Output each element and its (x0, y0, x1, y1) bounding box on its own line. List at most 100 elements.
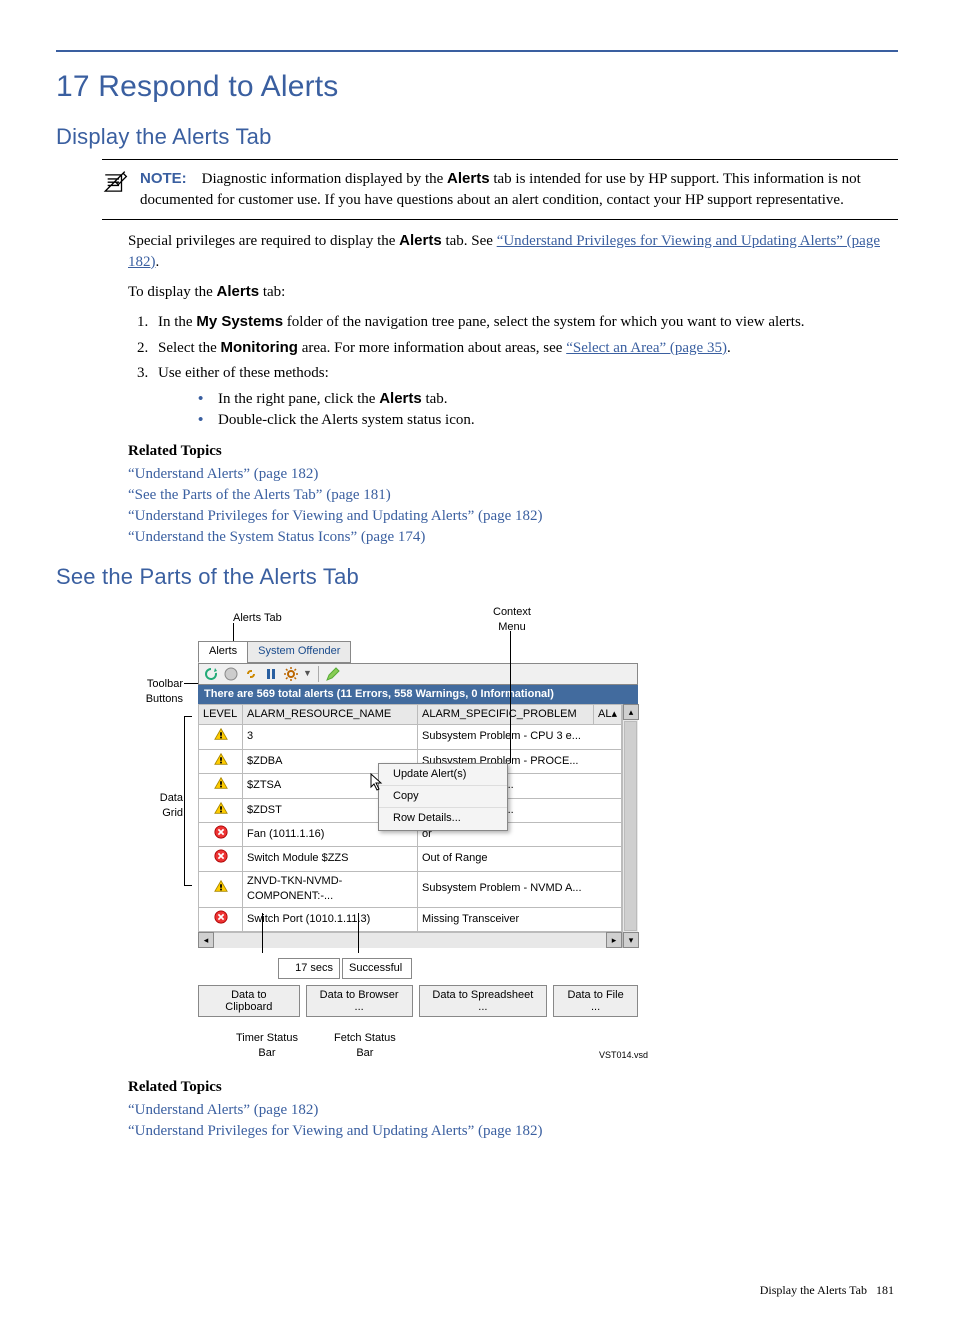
cell: Subsystem Problem - CPU 3 e... (418, 725, 622, 749)
scroll-down-icon[interactable]: ▾ (623, 932, 639, 948)
note-body-bold: Alerts (447, 170, 490, 187)
callout-line (262, 913, 263, 953)
section-see-parts: See the Parts of the Alerts Tab (56, 562, 898, 593)
top-rule (56, 50, 898, 52)
figure-id: VST014.vsd (599, 1049, 648, 1062)
step-1: In the My Systems folder of the navigati… (152, 311, 898, 333)
t: Use either of these methods: (158, 365, 329, 381)
warning-icon (214, 776, 228, 790)
t: . (156, 254, 160, 270)
sub-2: Double-click the Alerts system status ic… (198, 410, 898, 431)
callout-data-grid: Data Grid (128, 791, 183, 822)
callout-line (233, 623, 234, 641)
col-resource[interactable]: ALARM_RESOURCE_NAME (243, 704, 418, 724)
t: To display the (128, 284, 217, 300)
cell: 3 (243, 725, 418, 749)
callout-bracket (184, 716, 192, 886)
para-to-display: To display the Alerts tab: (128, 281, 898, 303)
ctx-copy[interactable]: Copy (379, 786, 507, 808)
t: tab: (259, 284, 285, 300)
col-al[interactable]: AL▴ (594, 704, 622, 724)
btn-data-file[interactable]: Data to File ... (553, 985, 638, 1017)
note-icon (102, 170, 128, 196)
link-see-parts[interactable]: “See the Parts of the Alerts Tab” (page … (128, 487, 391, 503)
t: folder of the navigation tree pane, sele… (283, 314, 805, 330)
warning-icon (214, 727, 228, 741)
cursor-icon (370, 773, 384, 796)
scroll-left-icon[interactable]: ◂ (198, 932, 214, 948)
pause-icon[interactable] (263, 666, 279, 682)
pencil-icon[interactable] (325, 666, 341, 682)
cell: ZNVD-TKN-NVMD-COMPONENT:-... (243, 871, 418, 907)
callout-context-menu: Context Menu (493, 605, 531, 636)
table-row[interactable]: 3Subsystem Problem - CPU 3 e... (199, 725, 622, 749)
btn-data-spreadsheet[interactable]: Data to Spreadsheet ... (419, 985, 548, 1017)
context-menu[interactable]: Update Alert(s) Copy Row Details... (378, 763, 508, 831)
t: In the (158, 314, 196, 330)
t: Select the (158, 340, 220, 356)
fetch-status: Successful (342, 958, 412, 979)
btn-data-clipboard[interactable]: Data to Clipboard (198, 985, 300, 1017)
t: AL (598, 708, 611, 720)
step-2: Select the Monitoring area. For more inf… (152, 337, 898, 359)
timer-secs: 17 secs (278, 958, 340, 979)
dropdown-arrow-icon[interactable]: ▼ (303, 667, 312, 680)
warning-icon (214, 801, 228, 815)
scroll-right-icon[interactable]: ▸ (606, 932, 622, 948)
cell: Out of Range (418, 847, 622, 871)
stop-icon[interactable] (223, 666, 239, 682)
footer-section: Display the Alerts Tab (760, 1283, 867, 1297)
callout-alerts-tab: Alerts Tab (233, 611, 282, 626)
t: Alerts (217, 283, 260, 300)
ctx-row-details[interactable]: Row Details... (379, 808, 507, 829)
link-understand-privileges-3[interactable]: “Understand Privileges for Viewing and U… (128, 1123, 543, 1139)
link-select-area[interactable]: “Select an Area” (page 35) (566, 340, 727, 356)
tab-alerts[interactable]: Alerts (198, 641, 248, 662)
t: My Systems (196, 313, 283, 330)
t: area. For more information about areas, … (298, 340, 566, 356)
t: Monitoring (220, 339, 297, 356)
note-body-pre: Diagnostic information displayed by the (202, 171, 447, 187)
link-icon[interactable] (243, 666, 259, 682)
link-understand-alerts[interactable]: “Understand Alerts” (page 182) (128, 466, 318, 482)
table-row[interactable]: Switch Module $ZZSOut of Range (199, 847, 622, 871)
para-privileges: Special privileges are required to displ… (128, 230, 898, 273)
table-row[interactable]: ZNVD-TKN-NVMD-COMPONENT:-...Subsystem Pr… (199, 871, 622, 907)
link-understand-alerts-2[interactable]: “Understand Alerts” (page 182) (128, 1102, 318, 1118)
btn-data-browser[interactable]: Data to Browser ... (306, 985, 413, 1017)
scroll-up-icon[interactable]: ▴ (623, 704, 639, 720)
t: Alerts (399, 232, 442, 249)
link-understand-privileges-2[interactable]: “Understand Privileges for Viewing and U… (128, 508, 543, 524)
col-problem[interactable]: ALARM_SPECIFIC_PROBLEM (418, 704, 594, 724)
error-icon (214, 825, 228, 839)
scroll-thumb[interactable] (624, 721, 637, 931)
section-display-alerts: Display the Alerts Tab (56, 122, 898, 153)
note-label: NOTE: (140, 170, 187, 187)
step-3: Use either of these methods: In the righ… (152, 363, 898, 431)
tab-bar: Alerts System Offender (198, 641, 638, 663)
related-topics-heading-2: Related Topics (128, 1077, 898, 1098)
error-icon (214, 849, 228, 863)
vertical-scrollbar[interactable]: ▴ ▾ (622, 704, 638, 948)
warning-icon (214, 752, 228, 766)
t: tab. (422, 391, 448, 407)
gear-icon[interactable] (283, 666, 299, 682)
toolbar: ▼ (198, 663, 638, 685)
t: Alerts (379, 390, 422, 407)
refresh-icon[interactable] (203, 666, 219, 682)
t: . (727, 340, 731, 356)
callout-line (510, 631, 511, 763)
note-text: NOTE: Diagnostic information displayed b… (140, 168, 898, 211)
ctx-update-alerts[interactable]: Update Alert(s) (379, 764, 507, 786)
steps-list: In the My Systems folder of the navigati… (152, 311, 898, 431)
link-understand-icons[interactable]: “Understand the System Status Icons” (pa… (128, 529, 425, 545)
alerts-summary-bar: There are 569 total alerts (11 Errors, 5… (198, 685, 638, 704)
cell: Switch Module $ZZS (243, 847, 418, 871)
grid-header-row: LEVEL ALARM_RESOURCE_NAME ALARM_SPECIFIC… (199, 704, 622, 724)
col-level[interactable]: LEVEL (199, 704, 243, 724)
cell: Switch Port (1010.1.11.3) (243, 907, 418, 931)
tab-system-offender[interactable]: System Offender (247, 641, 351, 662)
warning-icon (214, 879, 228, 893)
chapter-title: 17 Respond to Alerts (56, 66, 898, 108)
note-block: NOTE: Diagnostic information displayed b… (102, 159, 898, 220)
